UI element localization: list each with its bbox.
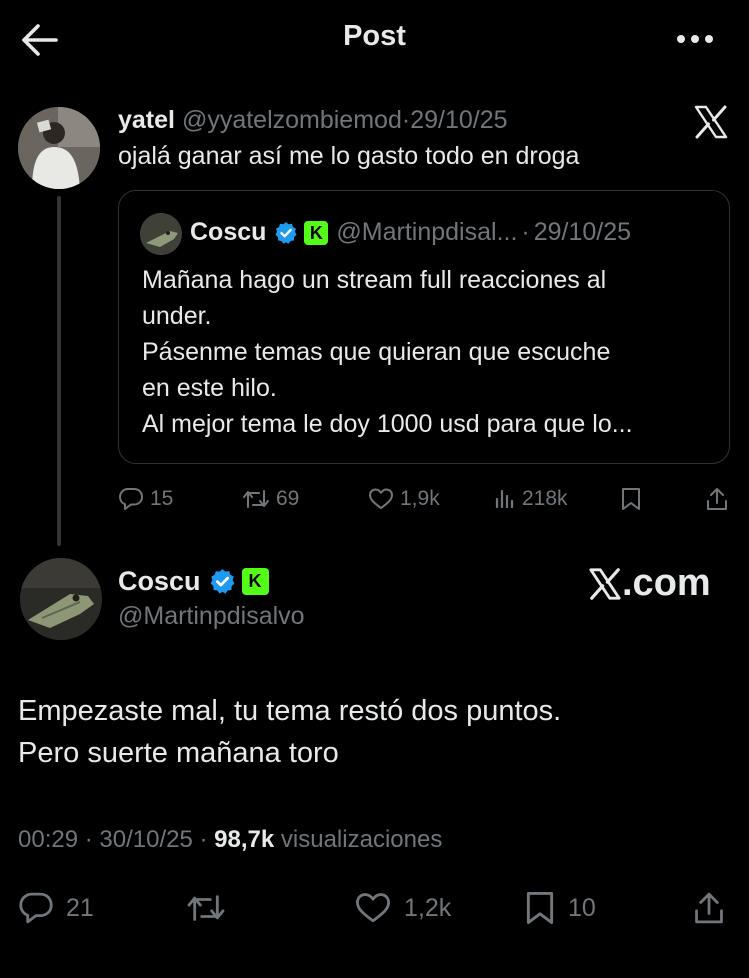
quote-line: Pásenme temas que quieran que escuche (142, 338, 611, 366)
crocodile-avatar-icon (140, 213, 182, 255)
post-line: Empezaste mal, tu tema restó dos puntos. (18, 695, 562, 727)
quote-author-handle: @Martinpdisal... (336, 218, 518, 246)
separator: · (84, 826, 93, 853)
views-count: 218k (522, 487, 568, 510)
post-text: Empezaste mal, tu tema restó dos puntos.… (18, 690, 561, 774)
watermark-text: .com (622, 562, 711, 604)
reply-icon (119, 488, 143, 510)
post-date[interactable]: 29/10/25 (410, 106, 507, 134)
x-logo-icon (694, 105, 728, 139)
post-time[interactable]: 00:29 (18, 826, 78, 853)
post-metadata: 00:29 · 30/10/25 · 98,7k visualizaciones (18, 826, 442, 854)
author-header: Coscu K (118, 566, 269, 597)
quote-line: under. (142, 302, 212, 330)
views-icon (495, 489, 514, 509)
bookmark-icon (622, 488, 640, 510)
share-button[interactable] (705, 484, 735, 514)
repost-icon (243, 490, 269, 508)
author-name[interactable]: Coscu (118, 566, 201, 597)
parent-tweet-header: yatel @yyatelzombiemod·29/10/25 (118, 106, 508, 135)
bookmark-button[interactable]: 10 (524, 888, 596, 928)
page-title: Post (343, 20, 406, 52)
repost-count: 69 (276, 487, 300, 510)
author-handle[interactable]: @Martinpdisalvo (118, 602, 305, 631)
views-count: 98,7k (214, 826, 275, 853)
verified-icon (210, 569, 234, 594)
kick-badge-icon: K (241, 568, 269, 595)
quote-text: Mañana hago un stream full reacciones al… (142, 262, 712, 442)
post-date[interactable]: 30/10/25 (99, 826, 192, 853)
like-icon (355, 893, 390, 923)
crocodile-avatar-icon (20, 558, 102, 640)
more-options-button[interactable] (672, 26, 718, 52)
quote-line: Al mejor tema le doy 1000 usd para que l… (142, 410, 633, 438)
separator: · (199, 826, 208, 853)
avatar-coscu[interactable] (20, 558, 102, 640)
quote-line: en este hilo. (142, 374, 277, 402)
bookmark-icon (526, 891, 554, 924)
author-name[interactable]: yatel (118, 106, 175, 134)
separator: · (521, 218, 530, 246)
x-logo-watermark (693, 104, 729, 140)
share-button[interactable] (692, 888, 738, 928)
like-button[interactable]: 1,9k (368, 484, 440, 514)
reply-button[interactable]: 21 (18, 888, 94, 928)
quote-avatar-coscu (140, 213, 182, 255)
repost-button[interactable] (186, 888, 238, 928)
more-icon (677, 35, 713, 43)
reply-button[interactable]: 15 (118, 484, 173, 514)
like-button[interactable]: 1,2k (354, 888, 451, 928)
avatar-yatel[interactable] (18, 107, 100, 189)
reply-count: 21 (66, 893, 94, 922)
author-handle[interactable]: @yyatelzombiemod (182, 106, 402, 134)
separator: · (401, 106, 411, 134)
repost-icon (187, 895, 225, 921)
post-line: Pero suerte mañana toro (18, 737, 339, 769)
thread-line (57, 196, 61, 546)
reply-icon (19, 892, 53, 924)
views-button[interactable]: 218k (494, 484, 568, 514)
share-icon (695, 892, 723, 924)
bookmark-button[interactable] (620, 484, 648, 514)
quote-line: Mañana hago un stream full reacciones al (142, 266, 607, 294)
parent-tweet-text: ojalá ganar así me lo gasto todo en drog… (118, 142, 580, 170)
x-com-watermark: .com (588, 562, 711, 605)
repost-button[interactable]: 69 (242, 484, 299, 514)
like-count: 1,2k (404, 893, 452, 922)
quote-header: Coscu K @Martinpdisal... · 29/10/25 (190, 218, 631, 247)
quote-date: 29/10/25 (533, 218, 632, 246)
like-icon (369, 488, 393, 509)
x-logo-icon (589, 567, 621, 600)
bookmark-count: 10 (568, 893, 596, 922)
reply-count: 15 (150, 487, 174, 510)
kick-badge-icon: K (304, 220, 329, 245)
quote-author-name: Coscu (190, 218, 267, 246)
share-icon (707, 488, 727, 510)
views-label: visualizaciones (280, 826, 443, 853)
like-count: 1,9k (400, 487, 440, 510)
profile-photo-icon (18, 107, 100, 189)
verified-icon (275, 221, 298, 244)
